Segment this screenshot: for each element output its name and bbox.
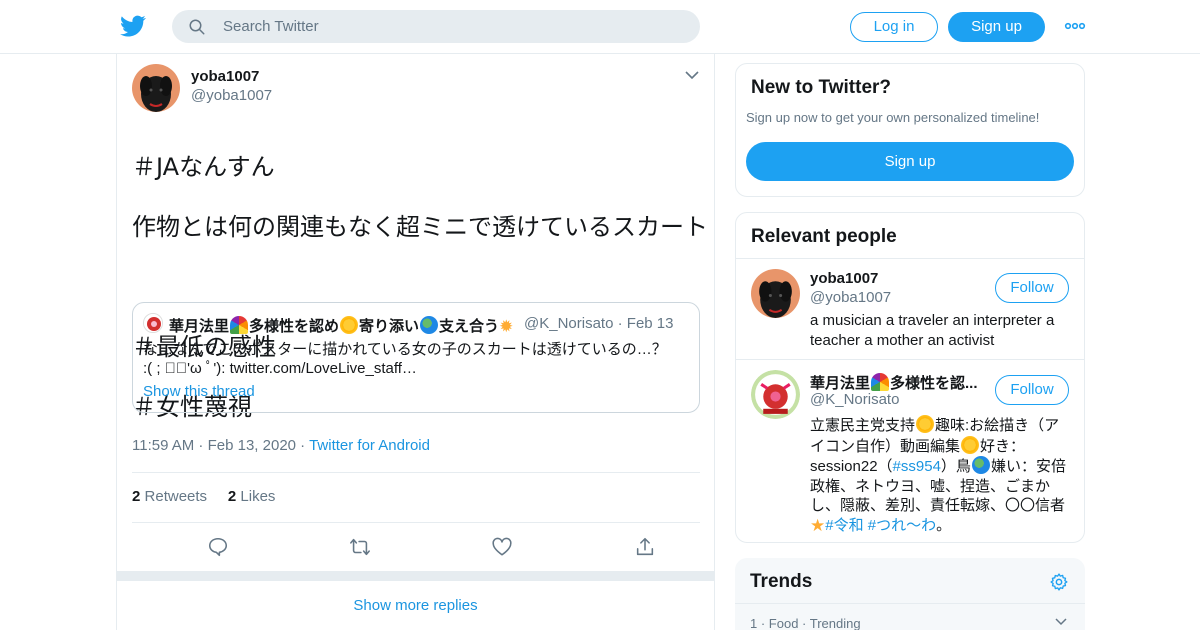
tweet-line: 作物とは何の関連もなく超ミニで透けているスカート — [132, 213, 708, 241]
retweet-icon[interactable] — [349, 536, 371, 558]
top-bar: Search Twitter Log in Sign up — [0, 0, 1200, 54]
search-input[interactable]: Search Twitter — [223, 18, 319, 35]
quoted-text: な…なんでこのポスターに描かれている女の子のスカートは透けているの…？ :( ;… — [143, 340, 683, 378]
gear-icon[interactable] — [1049, 572, 1069, 592]
tweet-date[interactable]: Feb 13, 2020 — [208, 437, 296, 454]
reply-icon[interactable] — [207, 536, 229, 558]
sun-emoji-icon — [916, 415, 935, 433]
trends-card: Trends 1 · Food · Trending — [735, 558, 1085, 630]
quoted-name-part: 寄り添い — [359, 318, 420, 335]
avatar[interactable] — [751, 269, 800, 318]
divider — [132, 522, 700, 523]
tweet-actions — [132, 534, 700, 562]
tweet-column: yoba1007 @yoba1007 ＃JAなんすん 作物とは何の関連もなく超ミ… — [116, 54, 715, 630]
star-emoji-icon: ★ — [810, 515, 826, 535]
globe-emoji-icon — [420, 316, 439, 334]
trend-category: Food — [768, 616, 799, 630]
share-icon[interactable] — [634, 536, 656, 558]
quoted-avatar-image — [144, 314, 162, 332]
quoted-text-line: :( ; ﾟﾟ'ω ﾟ'): twitter.com/LoveLive_staf… — [143, 360, 417, 377]
avatar-dog-image — [132, 64, 180, 112]
avatar[interactable] — [132, 64, 180, 112]
hashtag-link[interactable]: #つれ〜わ — [868, 517, 936, 534]
section-separator — [117, 571, 714, 581]
signup-button[interactable]: Sign up — [948, 12, 1045, 42]
retweets-count: 2 — [132, 488, 141, 505]
tweet-source-link[interactable]: Twitter for Android — [309, 437, 430, 454]
relevant-people-card: Relevant people yoba1007 @yoba1007 Follo… — [735, 212, 1085, 543]
chevron-down-icon[interactable] — [685, 70, 699, 80]
likes-stat[interactable]: 2 Likes — [228, 488, 276, 505]
quoted-handle[interactable]: @K_Norisato — [524, 315, 613, 332]
sun-emoji-icon — [340, 316, 359, 334]
new-to-twitter-card: New to Twitter? Sign up now to get your … — [735, 63, 1085, 197]
quoted-name-part: 支え合う — [439, 318, 500, 335]
bio-text: 。 — [936, 516, 952, 534]
tweet-meta: 11:59 AM · Feb 13, 2020 · Twitter for An… — [132, 437, 430, 454]
person-handle[interactable]: @yoba1007 — [810, 289, 891, 306]
person-name[interactable]: yoba1007 — [810, 270, 990, 287]
star-emoji-icon: ✹ — [499, 317, 514, 336]
tweet-line — [132, 272, 712, 302]
card-title: Trends — [750, 571, 813, 592]
chevron-down-icon[interactable] — [1055, 618, 1067, 626]
person-bio: 立憲民主党支持 趣味:お絵描き（アイコン自作）動画編集 好き：session22（#… — [810, 415, 1072, 535]
sun-emoji-icon — [961, 435, 980, 454]
likes-label: Likes — [240, 488, 276, 505]
tweet-line: ＃JAなんすん — [132, 153, 275, 181]
divider — [736, 258, 1084, 259]
rainbow-emoji-icon — [871, 373, 890, 391]
sidebar-signup-button[interactable]: Sign up — [746, 142, 1074, 181]
show-thread-link[interactable]: Show this thread — [143, 383, 255, 400]
twitter-bird-icon[interactable] — [120, 13, 146, 39]
quoted-text-line: な…なんでこのポスターに描かれている女の子のスカートは透けているの…？ — [143, 341, 667, 358]
follow-button[interactable]: Follow — [995, 273, 1069, 303]
hashtag-link[interactable]: #令和 — [825, 517, 863, 534]
rainbow-emoji-icon — [230, 316, 249, 334]
search-box[interactable]: Search Twitter — [172, 10, 700, 43]
bio-text: ）鳥 — [940, 458, 971, 475]
trend-rank: 1 — [750, 616, 758, 630]
show-more-replies-link[interactable]: Show more replies — [117, 597, 714, 614]
tweet-time[interactable]: 11:59 AM — [132, 437, 194, 454]
hashtag-link[interactable]: #ss954 — [893, 458, 941, 475]
retweets-label: Retweets — [144, 488, 208, 505]
quoted-avatar — [143, 313, 163, 333]
quoted-date[interactable]: Feb 13 — [627, 315, 674, 332]
quoted-name-part: 多様性を認め — [249, 318, 340, 335]
more-icon[interactable] — [1064, 16, 1086, 36]
author-handle[interactable]: @yoba1007 — [191, 87, 272, 104]
trend-status: Trending — [809, 616, 861, 630]
author-name[interactable]: yoba1007 — [191, 68, 259, 85]
person-bio: a musician a traveler an interpreter a t… — [810, 312, 1055, 349]
divider — [735, 603, 1085, 604]
likes-count: 2 — [227, 488, 237, 505]
quoted-tweet[interactable]: 華月法里 多様性を認め 寄り添い 支え合う✹ @K_Norisato · Feb 13… — [132, 302, 700, 413]
person-handle[interactable]: @K_Norisato — [810, 391, 899, 408]
quoted-name-part: 華月法里 — [169, 318, 230, 335]
card-subtitle: Sign up now to get your own personalized… — [746, 110, 1040, 125]
avatar[interactable] — [751, 370, 800, 419]
divider — [736, 359, 1084, 360]
like-heart-icon[interactable] — [491, 536, 513, 558]
retweets-stat[interactable]: 2 Retweets — [132, 488, 207, 505]
follow-button[interactable]: Follow — [995, 375, 1069, 405]
bio-text: 立憲民主党支持 — [810, 417, 916, 434]
person-name[interactable]: 華月法里 多様性を認... — [810, 372, 990, 393]
globe-emoji-icon — [971, 456, 990, 474]
card-title: New to Twitter? — [751, 77, 892, 98]
person-name-part: 華月法里 — [810, 375, 871, 392]
person-name-part: 多様性を認... — [890, 375, 978, 392]
avatar-dog-image — [751, 269, 800, 318]
trend-meta: 1 · Food · Trending — [750, 616, 861, 630]
avatar-rose-image — [751, 370, 800, 419]
quoted-handle-date: @K_Norisato · Feb 13 — [524, 315, 674, 332]
card-title: Relevant people — [751, 226, 897, 247]
login-button[interactable]: Log in — [850, 12, 938, 42]
quoted-author-name[interactable]: 華月法里 多様性を認め 寄り添い 支え合う✹ — [169, 315, 513, 337]
search-icon — [189, 19, 205, 35]
tweet-stats: 2 Retweets 2 Likes — [132, 488, 275, 505]
divider — [132, 472, 700, 473]
